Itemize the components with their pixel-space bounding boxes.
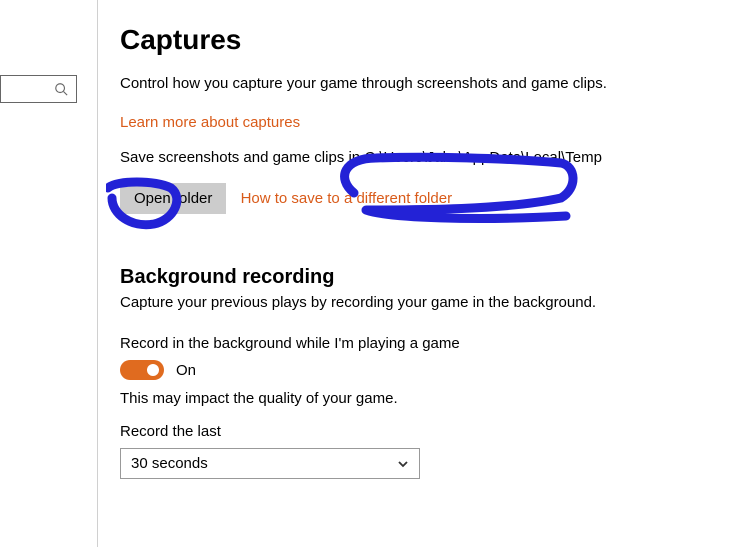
bg-toggle-state: On <box>176 362 196 379</box>
record-last-label: Record the last <box>120 423 710 440</box>
bg-impact-hint: This may impact the quality of your game… <box>120 390 710 407</box>
save-path-label: Save screenshots and game clips in <box>120 149 360 166</box>
learn-more-link[interactable]: Learn more about captures <box>120 114 300 131</box>
open-folder-button[interactable]: Open folder <box>120 183 226 214</box>
save-path-value: C:\Users\Jake\AppData\Local\Temp <box>364 149 602 166</box>
content-area: Captures Control how you capture your ga… <box>98 0 742 547</box>
bg-recording-desc: Capture your previous plays by recording… <box>120 293 710 313</box>
chevron-down-icon <box>397 458 409 470</box>
bg-toggle-row: On <box>120 360 710 380</box>
page-title: Captures <box>120 24 710 56</box>
toggle-knob <box>147 364 159 376</box>
how-to-save-link[interactable]: How to save to a different folder <box>241 190 453 207</box>
search-input[interactable] <box>0 75 77 103</box>
bg-recording-title: Background recording <box>120 266 710 289</box>
record-last-value: 30 seconds <box>131 455 208 472</box>
search-icon <box>54 82 68 96</box>
page-intro: Control how you capture your game throug… <box>120 74 710 94</box>
bg-toggle-label: Record in the background while I'm playi… <box>120 335 710 352</box>
record-last-dropdown[interactable]: 30 seconds <box>120 448 420 479</box>
bg-toggle[interactable] <box>120 360 164 380</box>
save-path-line: Save screenshots and game clips in C:\Us… <box>120 147 710 169</box>
folder-actions: Open folder How to save to a different f… <box>120 183 710 214</box>
left-sidebar <box>0 0 98 547</box>
